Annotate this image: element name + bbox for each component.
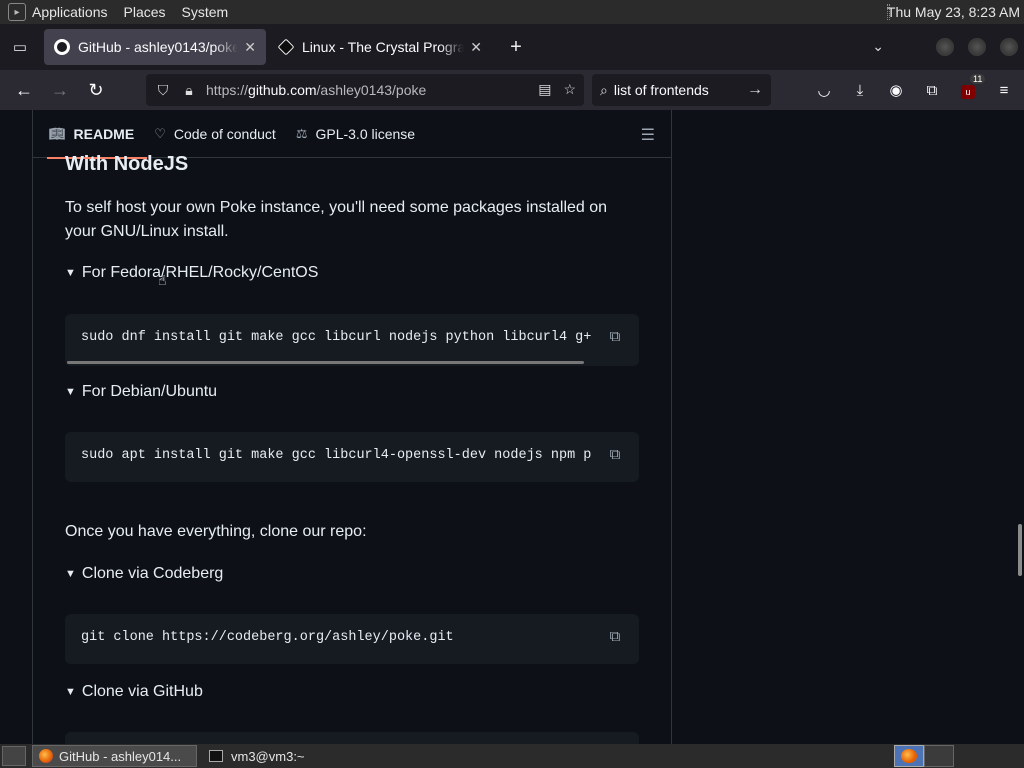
new-tab-button[interactable]: + (498, 29, 534, 65)
system-top-panel: ▸ Applications Places System Thu May 23,… (0, 0, 1024, 24)
github-icon (54, 39, 70, 55)
reader-view-icon[interactable]: ▤ (538, 81, 551, 98)
reload-icon[interactable]: ↻ (78, 74, 114, 106)
terminal-icon (209, 750, 223, 762)
hamburger-menu-icon[interactable]: ≡ (986, 82, 1022, 99)
tab-crystal-linux[interactable]: Linux - The Crystal Program ✕ (270, 29, 492, 65)
taskbar-item-firefox[interactable]: GitHub - ashley014... (32, 745, 197, 767)
firefox-view-button[interactable]: ▭ (0, 24, 40, 70)
downloads-icon[interactable]: ⤓ (842, 82, 878, 99)
details-debian[interactable]: ▼ For Debian/Ubuntu (65, 383, 217, 401)
menu-places[interactable]: Places (124, 4, 166, 20)
pocket-icon[interactable]: ◡ (806, 81, 842, 99)
tab-github-poke[interactable]: GitHub - ashley0143/poke: P ✕ (44, 29, 266, 65)
code-block-debian: sudo apt install git make gcc libcurl4-o… (65, 432, 639, 482)
minimize-button[interactable] (936, 38, 954, 56)
browser-tab-strip: ▭ GitHub - ashley0143/poke: P ✕ Linux - … (0, 24, 1024, 70)
firefox-icon (39, 749, 53, 763)
account-icon[interactable]: ◉ (878, 81, 914, 99)
horizontal-scrollbar[interactable] (67, 361, 584, 364)
toolbar-icons: ◡ ⤓ ◉ ⧉ u 11 ≡ (806, 70, 1022, 110)
bottom-taskbar: GitHub - ashley014... vm3@vm3:~ (0, 744, 1024, 768)
tab-code-of-conduct[interactable]: ♡ Code of conduct (144, 110, 286, 158)
details-codeberg-label: Clone via Codeberg (81, 565, 224, 582)
heart-icon: ♡ (154, 125, 166, 141)
search-input[interactable]: list of frontends (614, 82, 709, 98)
hand-cursor-icon: ☝︎ (158, 272, 167, 288)
tab-code-of-conduct-label: Code of conduct (173, 125, 276, 142)
search-go-arrow-icon[interactable]: → (747, 81, 763, 99)
intro-paragraph: To self host your own Poke instance, you… (65, 199, 608, 240)
disclosure-triangle-icon: ▼ (65, 686, 76, 698)
list-all-tabs-chevron-icon[interactable]: ⌄ (872, 38, 884, 55)
copy-icon[interactable]: ⧉ (601, 442, 629, 468)
details-fedora-label: For Fedora/RHEL/Rocky/CentOS (81, 264, 319, 281)
code-block-codeberg: git clone https://codeberg.org/ashley/po… (65, 614, 639, 664)
url-text[interactable]: https://github.com/ashley0143/poke (206, 82, 426, 98)
page-scrollbar[interactable] (1018, 524, 1022, 576)
menu-system[interactable]: System (182, 4, 229, 20)
tab-license-label: GPL-3.0 license (315, 125, 416, 142)
clock[interactable]: Thu May 23, 8:23 AM (887, 4, 1020, 20)
disclosure-triangle-icon: ▼ (65, 267, 76, 279)
code-line: sudo apt install git make gcc libcurl4-o… (81, 448, 592, 463)
lock-icon[interactable]: 🔒︎ (176, 82, 202, 99)
code-line: git clone https://codeberg.org/ashley/po… (81, 630, 454, 645)
menu-applications[interactable]: Applications (32, 4, 108, 20)
tab-readme-label: README (73, 125, 135, 142)
clone-paragraph: Once you have everything, clone our repo… (65, 523, 367, 540)
back-arrow-icon[interactable]: ← (6, 74, 42, 106)
workspace-2[interactable] (924, 745, 954, 767)
url-domain: github.com (248, 82, 317, 98)
search-icon: ⌕ (600, 81, 608, 98)
section-heading: With NodeJS (65, 153, 189, 175)
firefox-icon (901, 749, 917, 763)
web-page-content: 📖︎ README ♡ Code of conduct ⚖︎ GPL-3.0 l… (0, 110, 1024, 744)
close-window-button[interactable] (1000, 38, 1018, 56)
crystal-icon (277, 38, 295, 56)
scale-icon: ⚖︎ (295, 125, 308, 141)
tab-readme[interactable]: 📖︎ README (39, 110, 148, 159)
copy-icon[interactable]: ⧉ (601, 324, 629, 350)
details-github[interactable]: ▼ Clone via GitHub (65, 683, 203, 701)
close-tab-icon[interactable]: ✕ (244, 39, 256, 56)
show-desktop-button[interactable] (2, 746, 26, 766)
book-icon: 📖︎ (49, 125, 66, 141)
taskbar-item-terminal[interactable]: vm3@vm3:~ (203, 745, 311, 767)
maximize-button[interactable] (968, 38, 986, 56)
code-block-github (65, 732, 639, 744)
code-line: sudo dnf install git make gcc libcurl no… (81, 330, 592, 345)
table-of-contents-icon[interactable]: ☰ (641, 125, 655, 145)
shield-icon[interactable]: ⛉ (150, 82, 176, 99)
ublock-origin-icon[interactable]: u 11 (950, 73, 986, 99)
tab-license[interactable]: ⚖︎ GPL-3.0 license (286, 110, 425, 158)
search-bar[interactable]: ⌕ list of frontends → (592, 74, 771, 106)
workspace-1[interactable] (894, 745, 924, 767)
details-fedora[interactable]: ▼ For Fedora/RHEL/Rocky/CentOS (65, 264, 318, 282)
url-path: /ashley0143/poke (316, 82, 427, 98)
tab-title: Linux - The Crystal Program (302, 39, 465, 55)
forward-arrow-icon[interactable]: → (42, 74, 78, 106)
readme-container: 📖︎ README ♡ Code of conduct ⚖︎ GPL-3.0 l… (32, 110, 672, 744)
url-bar[interactable]: ⛉ 🔒︎ https://github.com/ashley0143/poke … (146, 74, 584, 106)
applications-logo-icon[interactable]: ▸ (8, 3, 26, 21)
taskbar-item-label: vm3@vm3:~ (231, 748, 305, 764)
bookmark-star-icon[interactable]: ☆ (563, 81, 576, 98)
details-debian-label: For Debian/Ubuntu (81, 383, 218, 400)
code-block-fedora: sudo dnf install git make gcc libcurl no… (65, 314, 639, 366)
taskbar-item-label: GitHub - ashley014... (59, 748, 182, 764)
disclosure-triangle-icon: ▼ (65, 386, 76, 398)
close-tab-icon[interactable]: ✕ (470, 39, 482, 56)
tab-title: GitHub - ashley0143/poke: P (78, 39, 239, 55)
disclosure-triangle-icon: ▼ (65, 568, 76, 580)
navigation-toolbar: ← → ↻ ⛉ 🔒︎ https://github.com/ashley0143… (0, 70, 1024, 110)
copy-icon[interactable]: ⧉ (601, 624, 629, 650)
ublock-count-badge: 11 (970, 73, 986, 84)
url-scheme: https:// (206, 82, 249, 98)
readme-tab-bar: 📖︎ README ♡ Code of conduct ⚖︎ GPL-3.0 l… (33, 110, 671, 159)
details-github-label: Clone via GitHub (81, 683, 203, 700)
details-codeberg[interactable]: ▼ Clone via Codeberg (65, 565, 223, 583)
extensions-puzzle-icon[interactable]: ⧉ (914, 82, 950, 99)
